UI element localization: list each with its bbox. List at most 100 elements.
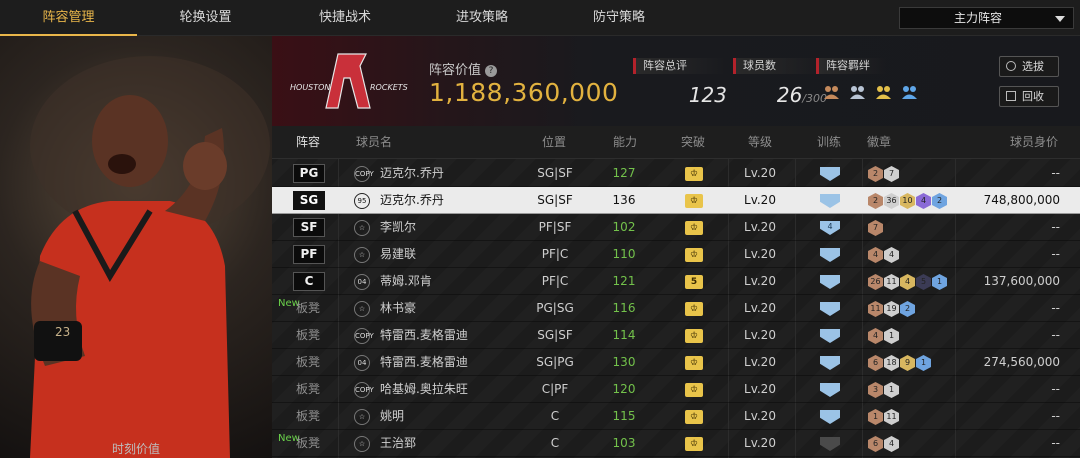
table-row[interactable]: 板凳 COPY 哈基姆.奥拉朱旺 C|PF 120 ♔ Lv.20 3 1 --	[272, 376, 1080, 403]
training-icon[interactable]	[820, 356, 840, 370]
table-row[interactable]: 板凳 COPY 特雷西.麦格雷迪 SG|SF 114 ♔ Lv.20 4 1 --	[272, 322, 1080, 349]
player-position: PF|C	[541, 274, 569, 288]
player-name[interactable]: 哈基姆.奥拉朱旺	[380, 376, 468, 403]
player-level: Lv.20	[744, 382, 776, 396]
col-lineup[interactable]: 阵容	[296, 126, 320, 159]
player-value: 748,800,000	[983, 193, 1060, 207]
player-name[interactable]: 林书豪	[380, 295, 416, 322]
training-icon[interactable]: 4	[820, 221, 840, 235]
player-name[interactable]: 特雷西.麦格雷迪	[380, 349, 468, 376]
recycle-button[interactable]: 回收	[999, 86, 1059, 107]
training-icon[interactable]	[820, 302, 840, 316]
player-artwork: 23 时刻价值	[0, 36, 272, 458]
badge-icon: 26	[868, 274, 883, 290]
player-name[interactable]: 姚明	[380, 403, 404, 430]
breakthrough-icon[interactable]: ♔	[685, 383, 703, 397]
tab-quick-tactics[interactable]: 快捷战术	[274, 0, 416, 36]
squad-select-value: 主力阵容	[954, 11, 1003, 25]
breakthrough-icon[interactable]: ♔	[685, 302, 703, 316]
bond-icon-blue[interactable]	[901, 84, 919, 104]
badge-icon: 6	[868, 436, 883, 452]
badge-icon: 36	[884, 193, 899, 209]
bond-icon-bronze[interactable]	[823, 84, 841, 104]
player-name[interactable]: 易建联	[380, 241, 416, 268]
table-row[interactable]: SF ☆ 李凯尔 PF|SF 102 ♔ Lv.20 4 7 --	[272, 214, 1080, 241]
player-name[interactable]: 特雷西.麦格雷迪	[380, 322, 468, 349]
player-ability: 114	[612, 328, 636, 342]
breakthrough-icon[interactable]: ♔	[685, 194, 703, 208]
recycle-button-label: 回收	[1022, 90, 1044, 103]
col-level[interactable]: 等级	[748, 126, 772, 159]
table-row[interactable]: 板凳 04 特雷西.麦格雷迪 SG|PG 130 ♔ Lv.20 6 18 9 1 274,560,0…	[272, 349, 1080, 376]
player-name[interactable]: 王治郅	[380, 430, 416, 457]
tab-lineup-management[interactable]: 阵容管理	[0, 0, 137, 36]
training-icon[interactable]	[820, 329, 840, 343]
badge-icon: 1	[916, 355, 931, 371]
col-player-name[interactable]: 球员名	[356, 126, 392, 159]
player-name[interactable]: 迈克尔.乔丹	[380, 187, 444, 214]
breakthrough-icon[interactable]: ♔	[685, 221, 703, 235]
training-icon[interactable]	[820, 410, 840, 424]
table-row[interactable]: 板凳 ☆ 姚明 C 115 ♔ Lv.20 1 11 --	[272, 403, 1080, 430]
col-breakthrough[interactable]: 突破	[681, 126, 705, 159]
badge-icon: 2	[868, 193, 883, 209]
card-version-icon: ☆	[354, 409, 370, 425]
roster-table-header: 阵容 球员名 位置 能力 突破 等级 训练 徽章 球员身价	[272, 126, 1080, 159]
tab-defense-strategy[interactable]: 防守策略	[548, 0, 690, 36]
training-icon[interactable]	[820, 437, 840, 451]
player-name[interactable]: 迈克尔.乔丹	[380, 160, 444, 187]
player-value: --	[1051, 382, 1060, 396]
player-name[interactable]: 蒂姆.邓肯	[380, 268, 432, 295]
help-icon[interactable]: ?	[485, 64, 498, 77]
table-row[interactable]: C 04 蒂姆.邓肯 PF|C 121 5 Lv.20 26 11 4 5 1 137,600,000	[272, 268, 1080, 295]
badge-icon: 18	[884, 355, 899, 371]
training-icon[interactable]	[820, 383, 840, 397]
breakthrough-icon[interactable]: ♔	[685, 248, 703, 262]
bond-icon-gold[interactable]	[875, 84, 893, 104]
tab-offense-strategy[interactable]: 进攻策略	[416, 0, 548, 36]
col-badges[interactable]: 徽章	[867, 126, 891, 159]
badge-icon: 1	[868, 409, 883, 425]
tab-rotation-settings[interactable]: 轮换设置	[137, 0, 274, 36]
player-position: SG|SF	[537, 328, 573, 342]
col-ability[interactable]: 能力	[613, 126, 637, 159]
breakthrough-icon[interactable]: ♔	[685, 356, 703, 370]
table-row[interactable]: PF ☆ 易建联 PF|C 110 ♔ Lv.20 4 4 --	[272, 241, 1080, 268]
player-ability: 136	[612, 193, 636, 207]
player-level: Lv.20	[744, 247, 776, 261]
player-count-stat: 球员数 26/300	[733, 58, 827, 107]
badge-icon: 1	[932, 274, 947, 290]
breakthrough-icon[interactable]: ♔	[685, 167, 703, 181]
card-version-icon: 95	[354, 193, 370, 209]
breakthrough-icon[interactable]: 5	[685, 275, 703, 289]
player-portrait-image: 23	[30, 56, 270, 458]
table-row[interactable]: New 板凳 ☆ 王治郅 C 103 ♔ Lv.20 6 4 --	[272, 430, 1080, 457]
lineup-slot-badge: SG	[293, 191, 325, 210]
breakthrough-icon[interactable]: ♔	[685, 329, 703, 343]
player-position: PF|C	[541, 247, 569, 261]
squad-select[interactable]: 主力阵容	[899, 7, 1074, 29]
training-icon[interactable]	[820, 167, 840, 181]
col-player-value[interactable]: 球员身价	[1010, 126, 1058, 159]
card-version-icon: ☆	[354, 436, 370, 452]
lineup-value-label-text: 阵容价值	[429, 63, 482, 78]
training-icon[interactable]	[820, 248, 840, 262]
table-row[interactable]: New 板凳 ☆ 林书豪 PG|SG 116 ♔ Lv.20 11 19 2 --	[272, 295, 1080, 322]
card-version-icon: ☆	[354, 301, 370, 317]
select-button[interactable]: 选拔	[999, 56, 1059, 77]
badge-icon: 5	[916, 274, 931, 290]
breakthrough-icon[interactable]: ♔	[685, 437, 703, 451]
table-row[interactable]: PG COPY 迈克尔.乔丹 SG|SF 127 ♔ Lv.20 2 7 --	[272, 160, 1080, 187]
col-position[interactable]: 位置	[542, 126, 566, 159]
player-level: Lv.20	[744, 436, 776, 450]
player-name[interactable]: 李凯尔	[380, 214, 416, 241]
table-row[interactable]: SG 95 迈克尔.乔丹 SG|SF 136 ♔ Lv.20 2 36 10 4 2 748,800,0…	[272, 187, 1080, 214]
col-training[interactable]: 训练	[817, 126, 841, 159]
bond-icon-silver[interactable]	[849, 84, 867, 104]
breakthrough-icon[interactable]: ♔	[685, 410, 703, 424]
bench-slot-label: 板凳	[296, 436, 321, 450]
training-icon[interactable]	[820, 275, 840, 289]
badge-icon: 2	[868, 166, 883, 182]
card-version-icon: COPY	[354, 166, 374, 182]
training-icon[interactable]	[820, 194, 840, 208]
